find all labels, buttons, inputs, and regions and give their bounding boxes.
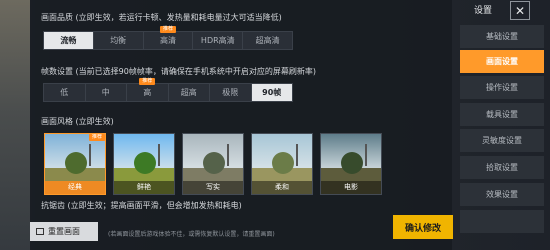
reset-icon: [36, 228, 44, 235]
quality-option[interactable]: 均衡: [94, 32, 144, 49]
sidebar-item[interactable]: 基础设置: [460, 25, 544, 48]
quality-option[interactable]: HDR高清: [193, 32, 244, 49]
sidebar-item[interactable]: 灵敏度设置: [460, 129, 544, 152]
framerate-option[interactable]: 90帧: [251, 84, 292, 101]
style-card-row: 经典 推荐鲜艳 写实 柔和 电影: [44, 133, 382, 195]
framerate-option-label: 低: [60, 88, 69, 97]
quality-option-label: 高清: [159, 36, 176, 45]
style-card-label: 经典: [45, 181, 105, 194]
settings-sidebar: 设置 ✕ 基础设置 画面设置操作设置载具设置灵敏度设置拾取设置效果设置: [460, 0, 550, 250]
quality-title: 画面品质 (立即生效，若运行卡顿、发热量和耗电量过大可适当降低): [41, 13, 282, 22]
sidebar-item[interactable]: 效果设置: [460, 183, 544, 206]
style-card-label: 柔和: [252, 181, 312, 194]
framerate-title: 帧数设置 (当前已选择90帧帧率，请确保在手机系统中开启对应的屏幕刷新率): [41, 67, 316, 76]
reset-graphics-button[interactable]: 重置画面: [30, 222, 98, 241]
tower-icon: [89, 144, 91, 166]
framerate-option[interactable]: 中: [86, 84, 127, 101]
tower-icon: [158, 144, 160, 166]
style-card[interactable]: 写实: [182, 133, 244, 195]
style-card[interactable]: 电影: [320, 133, 382, 195]
antialias-title: 抗锯齿 (立即生效；提高画面平滑，但会增加发热和耗电): [41, 201, 242, 210]
sidebar-item[interactable]: 操作设置: [460, 76, 544, 99]
style-card[interactable]: 经典 推荐: [44, 133, 106, 195]
reset-note: (若画面设置后游戏体验不佳，或需恢复默认设置，请重置画面): [108, 231, 275, 238]
tree-icon: [341, 152, 363, 174]
framerate-option[interactable]: 超高: [169, 84, 210, 101]
sidebar-item[interactable]: 画面设置: [460, 50, 544, 73]
sidebar-title: 设置: [474, 6, 493, 16]
quality-option[interactable]: 超高清: [243, 32, 292, 49]
tower-icon: [365, 144, 367, 166]
tree-icon: [272, 152, 294, 174]
quality-option-label: 超高清: [255, 36, 280, 45]
framerate-option-label: 高: [143, 88, 152, 97]
style-card[interactable]: 鲜艳: [113, 133, 175, 195]
quality-option-label: 均衡: [110, 36, 127, 45]
framerate-option[interactable]: 低: [44, 84, 86, 101]
quality-option-label: HDR高清: [200, 36, 235, 45]
recommended-badge: 推荐: [139, 78, 156, 85]
framerate-option-label: 极限: [222, 88, 239, 97]
style-card-label: 写实: [183, 181, 243, 194]
framerate-option[interactable]: 高推荐: [127, 78, 169, 101]
recommended-badge: 推荐: [159, 26, 176, 33]
framerate-option[interactable]: 极限: [210, 84, 252, 101]
confirm-button[interactable]: 确认修改: [393, 215, 453, 239]
tree-icon: [134, 152, 156, 174]
quality-selector: 流畅 均衡 高清 推荐 HDR高清 超高清: [43, 26, 293, 50]
framerate-option-label: 超高: [180, 88, 197, 97]
quality-option[interactable]: 高清 推荐: [144, 26, 194, 49]
sidebar-item[interactable]: [460, 210, 544, 233]
style-title: 画面风格 (立即生效): [41, 117, 114, 126]
quality-option[interactable]: 流畅: [44, 32, 94, 49]
close-icon[interactable]: ✕: [510, 1, 530, 20]
sidebar-item[interactable]: 载具设置: [460, 103, 544, 126]
tower-icon: [296, 144, 298, 166]
sidebar-header: 设置 ✕: [460, 0, 550, 22]
reset-label: 重置画面: [48, 227, 80, 236]
sidebar-item[interactable]: 拾取设置: [460, 156, 544, 179]
tree-icon: [203, 152, 225, 174]
style-card-label: 电影: [321, 181, 381, 194]
framerate-option-label: 中: [101, 88, 110, 97]
tree-icon: [65, 152, 87, 174]
framerate-selector: 低 中 高 推荐超高 极限 90帧: [43, 78, 293, 102]
framerate-option-label: 90帧: [262, 88, 282, 97]
recommended-badge: 推荐: [88, 134, 105, 141]
tower-icon: [227, 144, 229, 166]
style-card-label: 鲜艳: [114, 181, 174, 194]
quality-option-label: 流畅: [60, 36, 77, 45]
style-card[interactable]: 柔和: [251, 133, 313, 195]
